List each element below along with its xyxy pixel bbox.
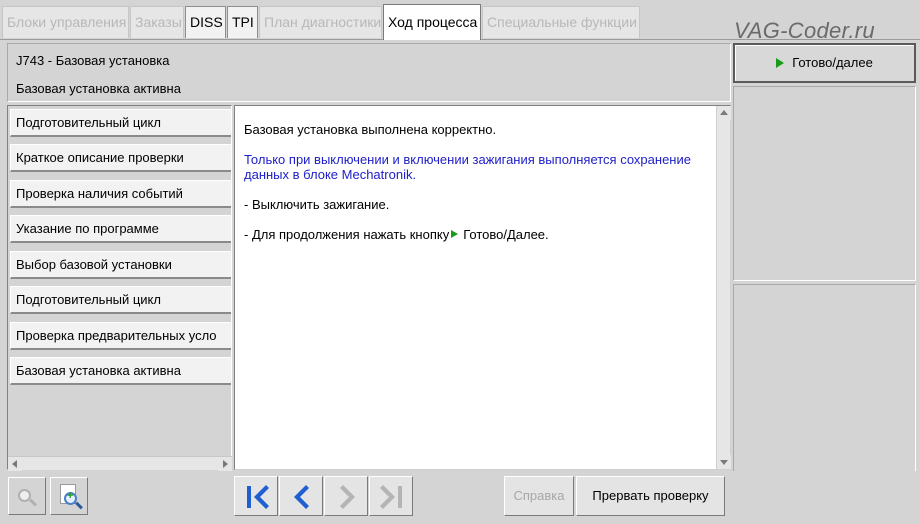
- zoom-document-handle-icon: [75, 501, 83, 510]
- instruction-note: Только при выключении и включении зажига…: [244, 152, 691, 182]
- steps-horizontal-scrollbar[interactable]: [8, 456, 232, 471]
- steps-list: Подготовительный цикл Краткое описание п…: [7, 105, 232, 470]
- step-item[interactable]: Подготовительный цикл: [10, 286, 231, 314]
- arrow-right-icon: [223, 460, 228, 468]
- watermark: VAG-Coder.ru: [734, 18, 875, 43]
- bottom-toolbar: + Справка Прервать проверку: [0, 471, 920, 524]
- arrow-left-icon: [12, 460, 17, 468]
- tab-diss[interactable]: DISS: [185, 6, 226, 38]
- zoom-out-button[interactable]: [8, 477, 46, 515]
- arrow-down-icon: [720, 460, 728, 465]
- scroll-left-button[interactable]: [8, 457, 22, 471]
- ready-next-button[interactable]: Готово/далее: [733, 43, 916, 83]
- instruction-line: Базовая установка выполнена корректно.: [244, 122, 497, 137]
- last-step-icon: [380, 485, 402, 509]
- status-text: Базовая установка активна: [16, 81, 181, 96]
- tab-special-functions[interactable]: Специальные функции: [482, 6, 640, 38]
- step-item[interactable]: Проверка наличия событий: [10, 180, 231, 208]
- header-box: J743 - Базовая установка Базовая установ…: [7, 43, 731, 102]
- right-panel-top: [733, 86, 916, 281]
- previous-step-icon: [294, 485, 309, 509]
- arrow-up-icon: [720, 110, 728, 115]
- instruction-line: - Для продолжения нажать кнопку Готово/Да…: [244, 227, 709, 242]
- navigation-group: Справка Прервать проверку: [234, 475, 725, 519]
- instruction-panel: Базовая установка выполнена корректно. Т…: [234, 105, 731, 470]
- instruction-line-text: - Для продолжения нажать кнопку: [244, 227, 450, 242]
- zoom-out-icon-handle: [29, 498, 37, 507]
- instruction-button-ref: Готово/Далее.: [463, 227, 549, 242]
- tab-tpi[interactable]: TPI: [227, 6, 258, 38]
- scroll-down-button[interactable]: [717, 455, 731, 469]
- previous-step-button[interactable]: [279, 476, 323, 516]
- next-step-button[interactable]: [324, 476, 368, 516]
- play-arrow-icon: [776, 58, 785, 68]
- tab-control-units[interactable]: Блоки управления: [2, 6, 129, 38]
- abort-test-button[interactable]: Прервать проверку: [576, 476, 725, 516]
- step-item[interactable]: Краткое описание проверки: [10, 144, 231, 172]
- play-arrow-icon: [451, 230, 459, 238]
- zoom-document-button[interactable]: +: [50, 477, 88, 515]
- instruction-line: - Выключить зажигание.: [244, 197, 390, 212]
- scroll-up-button[interactable]: [717, 106, 731, 120]
- first-step-icon: [247, 485, 269, 509]
- step-item[interactable]: Подготовительный цикл: [10, 109, 231, 137]
- help-button[interactable]: Справка: [504, 476, 574, 516]
- plus-icon: +: [67, 490, 74, 502]
- step-item[interactable]: Указание по программе: [10, 215, 231, 243]
- step-item[interactable]: Проверка предварительных усло: [10, 322, 231, 350]
- ready-next-label: Готово/далее: [792, 55, 873, 70]
- tab-bar: Блоки управления Заказы DISS TPI План ди…: [0, 0, 920, 43]
- instruction-text: Базовая установка выполнена корректно. Т…: [244, 122, 709, 257]
- page-title: J743 - Базовая установка: [16, 53, 170, 68]
- tab-process-flow[interactable]: Ход процесса: [383, 4, 481, 40]
- scroll-right-button[interactable]: [218, 457, 232, 471]
- tab-orders[interactable]: Заказы: [130, 6, 184, 38]
- step-item[interactable]: Выбор базовой установки: [10, 251, 231, 279]
- first-step-button[interactable]: [234, 476, 278, 516]
- next-step-icon: [340, 485, 355, 509]
- step-item-current[interactable]: Базовая установка активна: [10, 357, 231, 385]
- tab-diagnostic-plan[interactable]: План диагностики: [259, 6, 382, 38]
- content-vertical-scrollbar[interactable]: [716, 106, 731, 469]
- last-step-button[interactable]: [369, 476, 413, 516]
